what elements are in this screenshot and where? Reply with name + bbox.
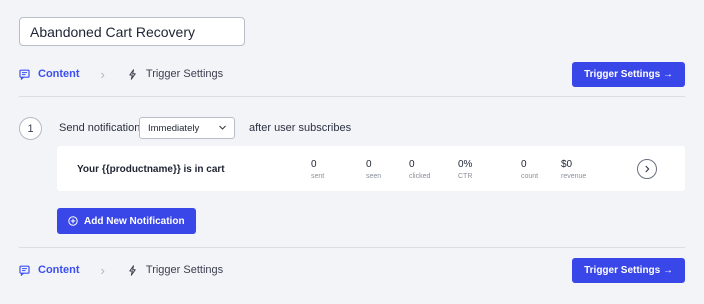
stat-label: revenue xyxy=(561,173,587,180)
add-notification-button[interactable]: Add New Notification xyxy=(57,208,196,234)
campaign-name-input[interactable] xyxy=(19,17,245,46)
message-square-icon xyxy=(19,265,30,276)
step-navigation-top: Content › Trigger Settings xyxy=(19,64,223,84)
chevron-right-circle-icon[interactable] xyxy=(637,159,657,179)
step-content-label: Content xyxy=(38,68,80,80)
lightning-bolt-icon xyxy=(127,68,138,80)
trigger-settings-button-top[interactable]: Trigger Settings → xyxy=(572,62,685,87)
step-content[interactable]: Content xyxy=(19,68,80,80)
stat-seen: 0 seen xyxy=(366,159,381,180)
stat-value: 0 xyxy=(521,159,527,170)
stat-value: 0 xyxy=(366,159,372,170)
stat-revenue: $0 revenue xyxy=(561,159,586,180)
stat-label: CTR xyxy=(458,173,473,180)
divider-bottom xyxy=(19,247,685,248)
step-content[interactable]: Content xyxy=(19,264,80,276)
divider-top xyxy=(19,96,685,97)
step-trigger-settings[interactable]: Trigger Settings xyxy=(127,264,223,276)
chevron-down-icon xyxy=(218,123,227,132)
stat-label: count xyxy=(521,173,539,180)
stat-count: 0 count xyxy=(521,159,538,180)
stat-label: clicked xyxy=(409,173,431,180)
step-trigger-label: Trigger Settings xyxy=(145,68,224,80)
chevron-right-icon: › xyxy=(100,262,105,278)
send-notification-label: Send notification xyxy=(59,122,141,134)
step-number-badge: 1 xyxy=(19,117,42,140)
trigger-settings-button-bottom[interactable]: Trigger Settings → xyxy=(572,258,685,283)
stat-ctr: 0% CTR xyxy=(458,159,472,180)
stat-value: 0 xyxy=(311,159,317,170)
plus-circle-icon xyxy=(68,216,78,226)
chevron-right-icon: › xyxy=(100,66,105,82)
step-trigger-settings[interactable]: Trigger Settings xyxy=(127,68,223,80)
step-navigation-bottom: Content › Trigger Settings xyxy=(19,260,223,280)
stat-value: 0% xyxy=(458,159,473,170)
add-notification-label: Add New Notification xyxy=(84,215,185,227)
notification-title: Your {{productname}} is in cart xyxy=(77,164,225,175)
stat-label: seen xyxy=(366,173,382,180)
stat-value: 0 xyxy=(409,159,415,170)
stat-label: sent xyxy=(311,173,325,180)
message-square-icon xyxy=(19,69,30,80)
notification-card[interactable]: Your {{productname}} is in cart 0 sent 0… xyxy=(57,146,685,191)
step-trigger-label: Trigger Settings xyxy=(145,264,224,276)
step-content-label: Content xyxy=(38,264,80,276)
stat-value: $0 xyxy=(561,159,573,170)
stat-clicked: 0 clicked xyxy=(409,159,430,180)
timing-select-value: Immediately xyxy=(148,122,200,134)
lightning-bolt-icon xyxy=(127,264,138,276)
timing-select[interactable]: Immediately xyxy=(139,117,235,139)
stat-sent: 0 sent xyxy=(311,159,324,180)
after-subscribe-label: after user subscribes xyxy=(249,122,352,134)
